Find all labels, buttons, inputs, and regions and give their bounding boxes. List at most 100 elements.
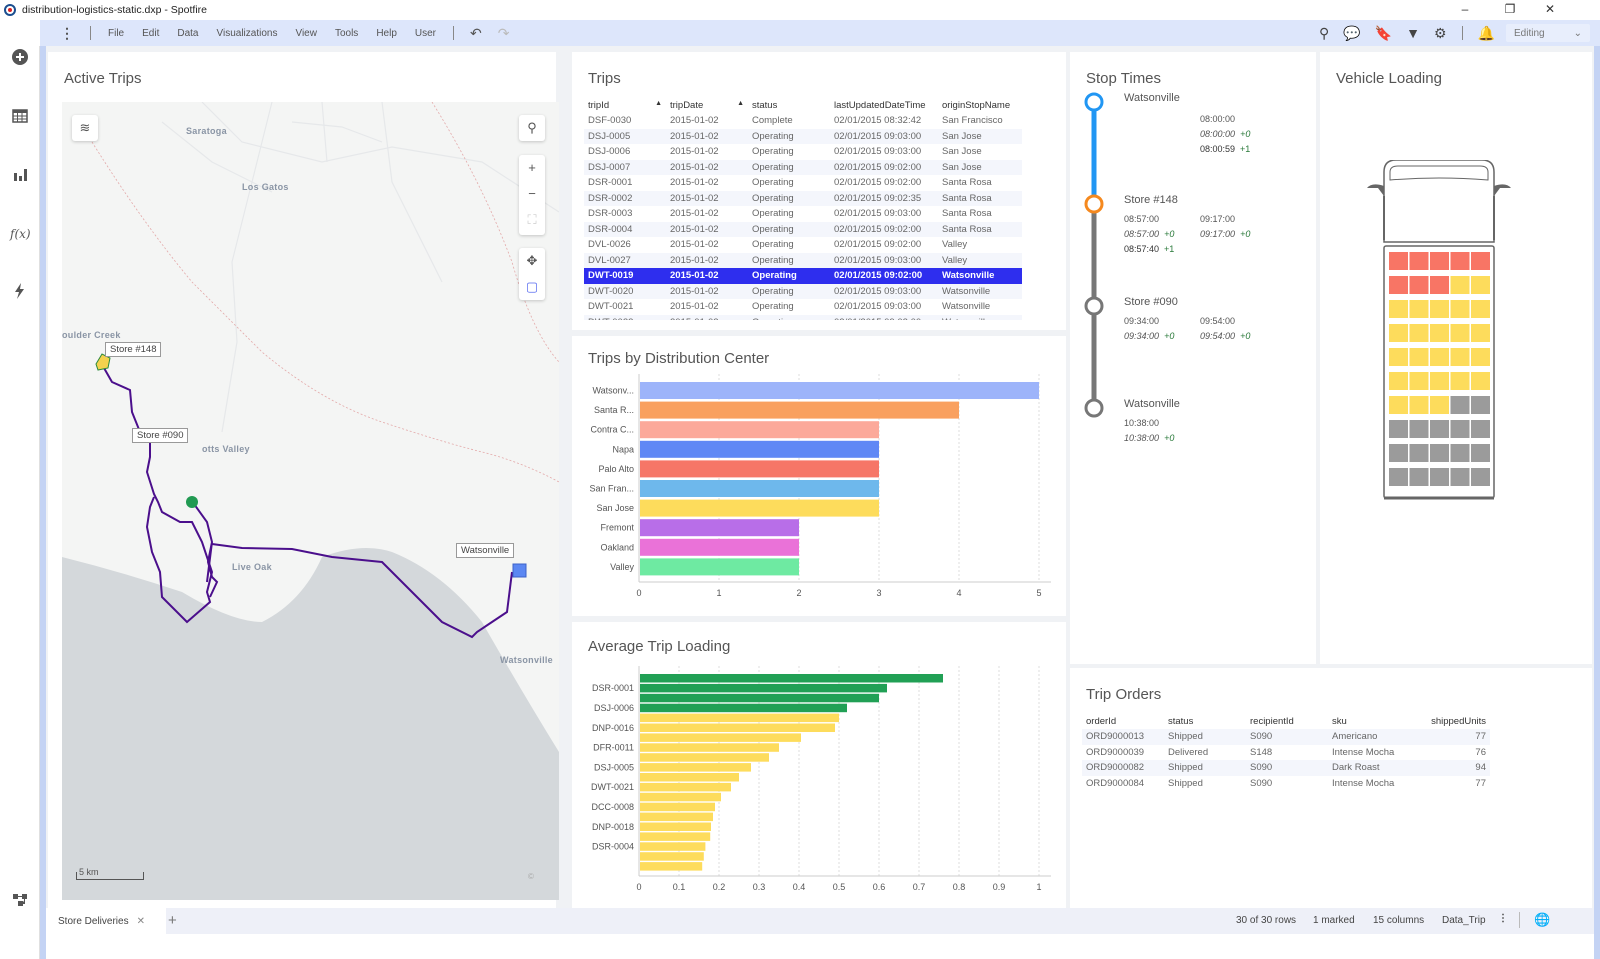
menu-user[interactable]: User <box>415 28 436 39</box>
zoom-in-button[interactable]: + <box>519 155 545 181</box>
column-header-tripdate[interactable]: tripDate ▲ <box>666 98 748 113</box>
bar[interactable] <box>640 782 731 792</box>
menu-edit[interactable]: Edit <box>142 28 159 39</box>
bar[interactable] <box>640 792 721 802</box>
table-row[interactable]: DSJ-0005 2015-01-02 Operating 02/01/2015 09… <box>584 128 1022 144</box>
bar[interactable] <box>640 693 879 703</box>
bar[interactable] <box>640 382 1039 399</box>
table-row[interactable]: DVL-0027 2015-01-02 Operating 02/01/2015 09… <box>584 252 1022 268</box>
column-header-sku[interactable]: sku <box>1328 714 1426 729</box>
table-row[interactable]: ORD9000039 Delivered S148 Intense Mocha 76 <box>1082 745 1490 761</box>
function-icon[interactable]: f(x) <box>10 224 31 244</box>
bar[interactable] <box>640 852 704 861</box>
add-icon[interactable] <box>10 48 30 68</box>
table-row[interactable]: DSJ-0007 2015-01-02 Operating 02/01/2015 09… <box>584 159 1022 175</box>
bar[interactable] <box>640 753 769 762</box>
column-header-tripid[interactable]: tripId ▲ <box>584 98 666 113</box>
trip-orders-table[interactable]: orderId status recipientId sku shippedUn… <box>1082 714 1490 791</box>
table-row[interactable]: ORD9000084 Shipped S090 Intense Mocha 77 <box>1082 776 1490 792</box>
table-row[interactable]: DSR-0003 2015-01-02 Operating 02/01/2015 09… <box>584 206 1022 222</box>
bar[interactable] <box>640 538 799 556</box>
table-row[interactable]: DSR-0004 2015-01-02 Operating 02/01/2015 09… <box>584 221 1022 237</box>
table-row[interactable]: DVL-0026 2015-01-02 Operating 02/01/2015 09… <box>584 237 1022 253</box>
mode-dropdown[interactable]: Editing ⌄ <box>1506 24 1590 42</box>
comments-icon[interactable]: 💬 <box>1343 25 1360 42</box>
bar[interactable] <box>640 743 779 752</box>
column-header-lastupdated[interactable]: lastUpdatedDateTime <box>830 98 938 113</box>
bar[interactable] <box>640 773 739 782</box>
column-header-status[interactable]: status <box>1164 714 1246 729</box>
bar[interactable] <box>640 703 847 713</box>
globe-icon[interactable]: 🌐 <box>1534 912 1550 928</box>
close-button[interactable]: ✕ <box>1535 0 1565 20</box>
menu-visualizations[interactable]: Visualizations <box>216 28 277 39</box>
avg-trip-loading-chart[interactable]: 0 0.1 0.2 0.3 0.4 0.5 0.6 0.7 0.8 0.9 1 DSR-0001 DSJ… <box>572 622 1066 910</box>
trips-table-container[interactable]: tripId ▲ tripDate ▲ status lastUpdatedDate… <box>584 98 1024 320</box>
bar[interactable] <box>640 480 879 497</box>
column-header-shippedunits[interactable]: shippedUnits <box>1426 714 1490 729</box>
table-row[interactable]: DWT-0021 2015-01-02 Operating 02/01/2015 09… <box>584 299 1022 315</box>
page-tab-store-deliveries[interactable]: Store Deliveries ✕ <box>46 908 166 934</box>
trips-by-dc-chart[interactable]: 0 1 2 3 4 5 Watsonv... Santa R... Contra C... Nap… <box>572 336 1066 616</box>
gear-icon[interactable]: ⚙ <box>1434 25 1447 42</box>
menu-view[interactable]: View <box>295 28 317 39</box>
column-header-status[interactable]: status <box>748 98 830 113</box>
table-row[interactable]: ORD9000013 Shipped S090 Americano 77 <box>1082 729 1490 745</box>
table-row[interactable]: DSR-0002 2015-01-02 Operating 02/01/2015 09… <box>584 190 1022 206</box>
table-row[interactable]: DWT-00222015-01-02Operating02/01/2015 09… <box>584 314 1022 320</box>
more-menu-icon[interactable]: ⋮ <box>60 25 74 42</box>
rectangle-select-icon[interactable]: ▢ <box>519 274 545 300</box>
pan-icon[interactable]: ✥ <box>519 248 545 274</box>
bar[interactable] <box>640 723 835 733</box>
bar[interactable] <box>640 763 751 772</box>
restore-button[interactable]: ❐ <box>1495 0 1525 20</box>
menu-file[interactable]: File <box>108 28 124 39</box>
bar[interactable] <box>640 460 879 478</box>
filter-icon[interactable]: ▼ <box>1406 25 1420 41</box>
table-row[interactable]: DWT-0020 2015-01-02 Operating 02/01/2015 09… <box>584 283 1022 299</box>
trips-table[interactable]: tripId ▲ tripDate ▲ status lastUpdatedDate… <box>584 98 1022 320</box>
data-canvas-icon[interactable] <box>10 891 30 911</box>
menu-help[interactable]: Help <box>376 28 397 39</box>
bar[interactable] <box>640 862 703 871</box>
table-row[interactable]: ORD9000082 Shipped S090 Dark Roast 94 <box>1082 760 1490 776</box>
flash-icon[interactable] <box>10 283 30 303</box>
bar[interactable] <box>640 421 879 439</box>
zoom-out-button[interactable]: − <box>519 181 545 207</box>
bar[interactable] <box>640 842 706 851</box>
more-icon[interactable]: ⋮ <box>1498 913 1508 924</box>
bookmark-icon[interactable]: 🔖 <box>1375 25 1392 42</box>
bar[interactable] <box>640 499 879 517</box>
attribution-icon[interactable]: © <box>528 872 534 881</box>
bar[interactable] <box>640 713 839 723</box>
bar[interactable] <box>640 832 711 841</box>
bar[interactable] <box>640 733 801 742</box>
redo-icon[interactable]: ↷ <box>498 25 510 42</box>
table-icon[interactable] <box>10 108 30 128</box>
layers-icon[interactable]: ≋ <box>72 115 98 141</box>
table-row[interactable]: DSF-0030 2015-01-02 Complete 02/01/2015 08:… <box>584 113 1022 129</box>
bar[interactable] <box>640 674 943 683</box>
bar[interactable] <box>640 558 799 576</box>
bar[interactable] <box>640 812 713 822</box>
table-row[interactable]: DSJ-0006 2015-01-02 Operating 02/01/2015 09… <box>584 144 1022 160</box>
menu-data[interactable]: Data <box>177 28 198 39</box>
column-header-orderid[interactable]: orderId <box>1082 714 1164 729</box>
map-search-icon[interactable]: ⚲ <box>519 115 545 141</box>
bar[interactable] <box>640 519 799 537</box>
undo-icon[interactable]: ↶ <box>470 25 482 42</box>
bell-icon[interactable]: 🔔 <box>1478 25 1495 42</box>
map[interactable]: Saratoga Los Gatos oulder Creek otts Val… <box>62 102 559 900</box>
search-icon[interactable]: ⚲ <box>1319 25 1329 42</box>
column-header-recipientid[interactable]: recipientId <box>1246 714 1328 729</box>
bar[interactable] <box>640 822 711 832</box>
zoom-to-fit-icon[interactable]: ⛶ <box>519 207 545 233</box>
menu-tools[interactable]: Tools <box>335 28 358 39</box>
add-page-button[interactable]: + <box>168 912 177 929</box>
close-tab-icon[interactable]: ✕ <box>137 916 145 927</box>
bar[interactable] <box>640 802 715 812</box>
data-table-name[interactable]: Data_Trip <box>1442 915 1486 926</box>
minimize-button[interactable]: – <box>1450 0 1480 20</box>
bar[interactable] <box>640 440 879 458</box>
bar[interactable] <box>640 683 887 693</box>
